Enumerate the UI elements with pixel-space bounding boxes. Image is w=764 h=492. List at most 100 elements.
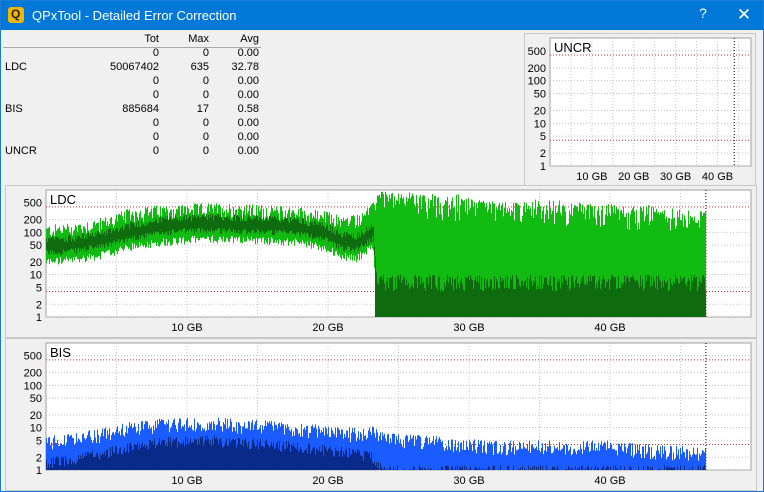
y-tick-label: 10 (534, 118, 546, 130)
y-tick-label: 100 (24, 227, 42, 239)
stats-row: 0 0 0.00 (1, 46, 259, 60)
stats-header-avg: Avg (240, 33, 259, 45)
stats-row-max: 0 (202, 75, 209, 87)
stats-row-label (1, 116, 53, 130)
stats-row-max: 635 (190, 61, 209, 73)
x-tick-label: 20 GB (312, 475, 343, 487)
content-area: Tot Max Avg 0 0 0.00 LDC 50067402 635 32.78 0 0 0… (1, 30, 763, 491)
plot-area (549, 37, 752, 167)
y-tick-label: 1 (540, 161, 546, 173)
x-tick-label: 30 GB (453, 322, 484, 334)
app-logo-icon: Q (8, 7, 24, 23)
stats-row-label (1, 46, 53, 60)
x-tick-label: 40 GB (594, 322, 625, 334)
x-tick-label: 20 GB (618, 171, 649, 183)
bis-chart: 500 20010050 20105 21 10 GB 20 GB 30 GB 40 GB BI… (5, 338, 757, 491)
y-tick-label: 50 (30, 393, 42, 405)
y-tick-label: 20 (534, 105, 546, 117)
y-tick-label: 2 (36, 299, 42, 311)
x-tick-label: 30 GB (660, 171, 691, 183)
stats-row-max: 0 (202, 47, 209, 59)
stats-row-tot: 885684 (122, 103, 159, 115)
stats-row-avg: 0.00 (237, 75, 259, 87)
stats-row-avg: 0.00 (237, 89, 259, 101)
stats-row-max: 0 (202, 117, 209, 129)
y-tick-label: 5 (36, 435, 42, 447)
stats-table: Tot Max Avg 0 0 0.00 LDC 50067402 635 32.78 0 0 0… (1, 32, 259, 158)
stats-row: 0 0 0.00 (1, 130, 259, 144)
stats-row-label: UNCR (5, 145, 37, 157)
chart-title: LDC (50, 192, 76, 207)
y-tick-label: 5 (36, 282, 42, 294)
x-tick-label: 10 GB (171, 322, 202, 334)
stats-row-tot: 0 (152, 145, 159, 157)
stats-header-tot: Tot (144, 33, 159, 45)
x-tick-label: 40 GB (702, 171, 733, 183)
stats-row-tot: 0 (152, 47, 159, 59)
stats-row-tot: 0 (152, 117, 159, 129)
y-tick-label: 500 (24, 351, 42, 363)
y-tick-label: 500 (24, 198, 42, 210)
chart-title: UNCR (554, 40, 592, 55)
y-tick-label: 50 (30, 240, 42, 252)
stats-row-avg: 0.00 (237, 47, 259, 59)
x-tick-label: 10 GB (576, 171, 607, 183)
stats-row-avg: 0.00 (237, 131, 259, 143)
x-tick-label: 30 GB (453, 475, 484, 487)
y-tick-label: 2 (540, 148, 546, 160)
app-window: Q QPxTool - Detailed Error Correction ? … (0, 0, 764, 492)
stats-row-label: LDC (5, 61, 28, 73)
uncr-chart: 500 20010050 20105 21 10 GB 20 GB 30 GB 40 GB UN… (524, 33, 756, 198)
stats-header-divider (3, 47, 261, 48)
app-icon-letter: Q (11, 7, 21, 21)
y-tick-label: 1 (36, 465, 42, 477)
stats-row: UNCR 0 0 0.00 (1, 144, 259, 158)
y-tick-label: 5 (540, 131, 546, 143)
stats-row-tot: 0 (152, 131, 159, 143)
stats-header-label (1, 32, 53, 46)
stats-row-label: BIS (5, 103, 23, 115)
x-tick-label: 20 GB (312, 322, 343, 334)
ldc-chart: 500 20010050 20105 21 10 GB 20 GB 30 GB 40 GB LD… (5, 185, 757, 338)
window-title: QPxTool - Detailed Error Correction (32, 8, 237, 23)
y-tick-label: 1 (36, 312, 42, 324)
stats-header-max: Max (188, 33, 209, 45)
stats-row-avg: 0.00 (237, 145, 259, 157)
stats-row-label (1, 130, 53, 144)
stats-row: 0 0 0.00 (1, 88, 259, 102)
stats-row-max: 0 (202, 131, 209, 143)
title-bar: Q QPxTool - Detailed Error Correction ? … (1, 1, 763, 30)
stats-row-avg: 32.78 (231, 61, 259, 73)
y-tick-label: 100 (528, 76, 546, 88)
stats-row-max: 0 (202, 145, 209, 157)
stats-row-avg: 0.00 (237, 117, 259, 129)
y-tick-label: 200 (528, 63, 546, 75)
y-tick-label: 200 (24, 368, 42, 380)
y-tick-label: 200 (24, 215, 42, 227)
stats-row: 0 0 0.00 (1, 74, 259, 88)
y-tick-label: 20 (30, 257, 42, 269)
y-tick-label: 500 (528, 46, 546, 58)
y-tick-label: 2 (36, 452, 42, 464)
stats-row-label (1, 88, 53, 102)
y-tick-label: 100 (24, 380, 42, 392)
help-button[interactable]: ? (691, 5, 715, 25)
y-tick-label: 10 (30, 270, 42, 282)
stats-row-tot: 0 (152, 89, 159, 101)
stats-header-row: Tot Max Avg (1, 32, 259, 46)
chart-title: BIS (50, 345, 71, 360)
stats-row: 0 0 0.00 (1, 116, 259, 130)
close-button[interactable]: ✕ (729, 3, 759, 27)
y-tick-label: 50 (534, 89, 546, 101)
y-tick-label: 10 (30, 423, 42, 435)
stats-row-label (1, 74, 53, 88)
stats-row-tot: 50067402 (110, 61, 159, 73)
stats-row-avg: 0.58 (237, 103, 259, 115)
stats-row: BIS 885684 17 0.58 (1, 102, 259, 116)
x-tick-label: 10 GB (171, 475, 202, 487)
stats-row: LDC 50067402 635 32.78 (1, 60, 259, 74)
x-tick-label: 40 GB (594, 475, 625, 487)
stats-row-max: 0 (202, 89, 209, 101)
stats-row-max: 17 (196, 103, 209, 115)
stats-row-tot: 0 (152, 75, 159, 87)
